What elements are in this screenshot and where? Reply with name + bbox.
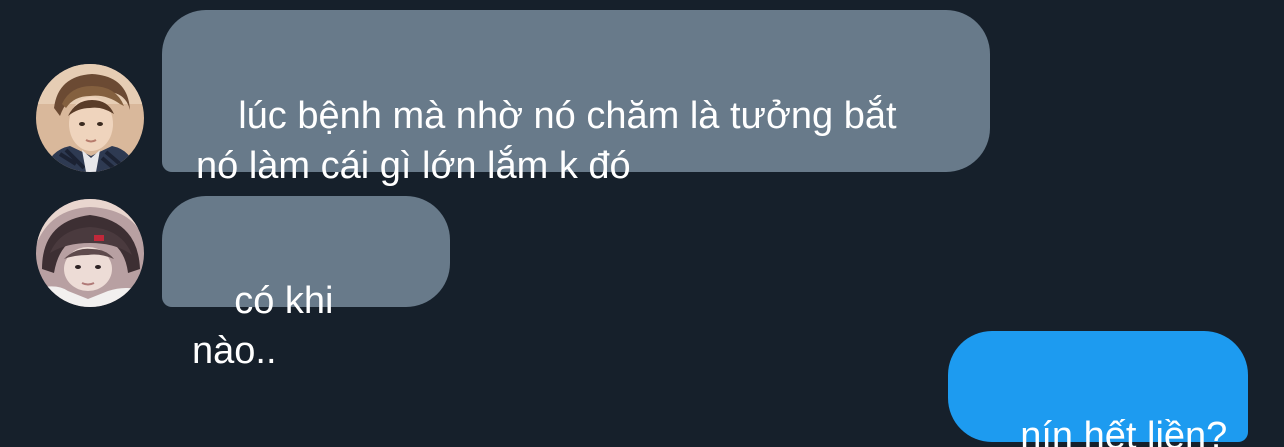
sender-avatar[interactable] — [36, 64, 144, 172]
message-text: lúc bệnh mà nhờ nó chăm là tưởng bắt nó … — [196, 95, 897, 187]
chat-thread: lúc bệnh mà nhờ nó chăm là tưởng bắt nó … — [0, 0, 1284, 447]
sender-avatar[interactable] — [36, 199, 144, 307]
message-text: có khi nào.. — [192, 280, 345, 372]
message-text: nín hết liền? — [1020, 415, 1228, 447]
message-bubble-incoming[interactable]: lúc bệnh mà nhờ nó chăm là tưởng bắt nó … — [162, 10, 990, 187]
avatar-photo-icon — [36, 199, 144, 307]
message-bubble-incoming[interactable]: có khi nào.. — [162, 196, 450, 372]
message-bubble-outgoing[interactable]: nín hết liền? — [948, 331, 1248, 447]
avatar-photo-icon — [36, 64, 144, 172]
